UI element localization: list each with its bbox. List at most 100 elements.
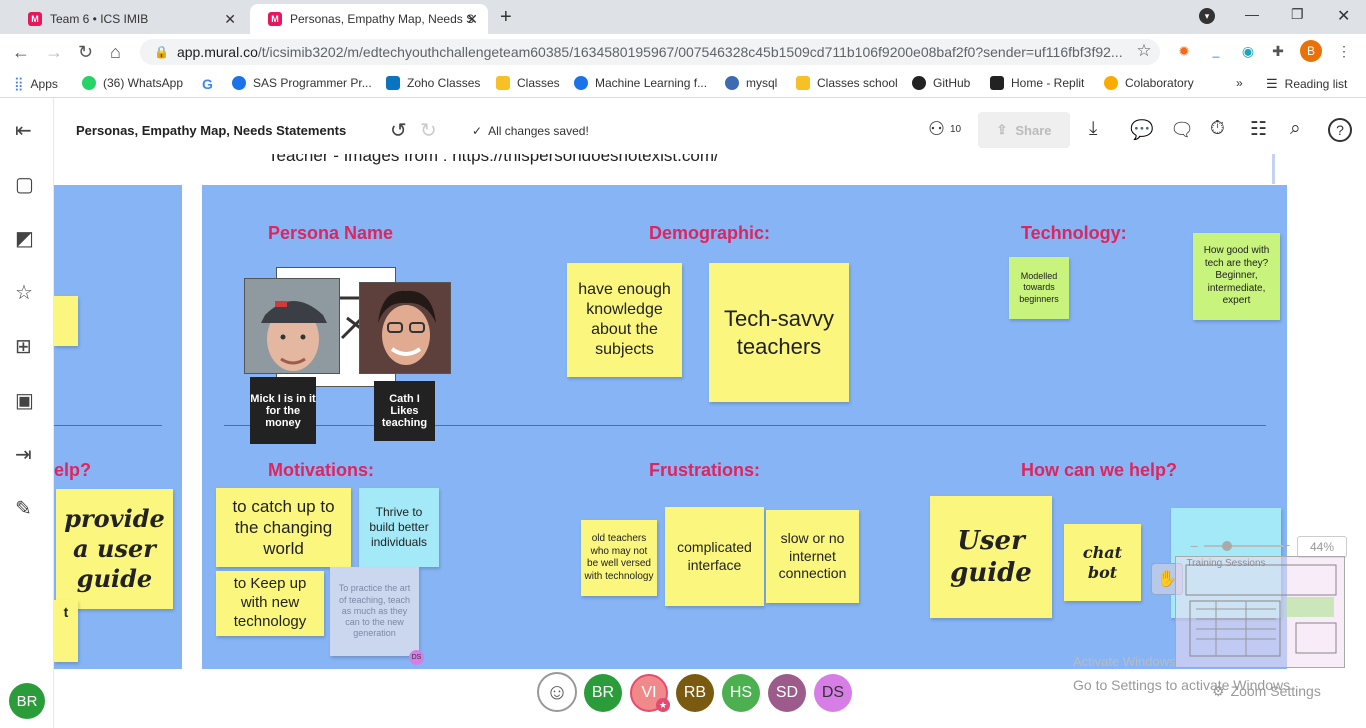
bookmark-classes[interactable]: Classes bbox=[496, 76, 560, 90]
pen-icon[interactable]: ✎ bbox=[15, 496, 32, 521]
tab-team6[interactable]: M Team 6 • ICS IMIB ✕ bbox=[10, 4, 246, 34]
zoom-slider-handle[interactable] bbox=[1222, 541, 1232, 551]
timer-icon[interactable]: ⏱ bbox=[1210, 118, 1225, 140]
mural-canvas[interactable]: Teacher - Images from : https://thispers… bbox=[54, 154, 1366, 728]
bookmark-ml[interactable]: Machine Learning f... bbox=[574, 76, 707, 90]
puzzle-extensions-icon[interactable]: ✚ bbox=[1268, 41, 1288, 61]
close-icon[interactable]: ✕ bbox=[466, 11, 478, 28]
site-icon bbox=[574, 76, 588, 90]
tab-label: Personas, Empathy Map, Needs S bbox=[290, 12, 475, 26]
sticky-note[interactable]: Thrive to build better individuals bbox=[359, 488, 439, 567]
collaborator-avatar[interactable]: HS bbox=[722, 674, 760, 712]
sticky-note[interactable]: provide a user guide bbox=[56, 489, 173, 609]
chat-icon[interactable]: 💬 bbox=[1130, 118, 1154, 142]
outline-icon[interactable]: ☷ bbox=[1250, 118, 1267, 141]
minimize-icon[interactable]: — bbox=[1245, 6, 1259, 22]
sticky-note[interactable]: Tech-savvy teachers bbox=[709, 263, 849, 402]
extension-icon[interactable]: ◉ bbox=[1238, 41, 1258, 61]
help-icon[interactable]: ? bbox=[1328, 118, 1352, 142]
frameworks-icon[interactable]: ⊞ bbox=[15, 334, 32, 359]
comment-icon[interactable]: 🗨 bbox=[1170, 118, 1194, 142]
zoom-settings[interactable]: ⚙ Zoom Settings bbox=[1212, 683, 1321, 700]
search-icon[interactable]: ⌕ bbox=[1290, 118, 1301, 140]
bookmark-github[interactable]: GitHub bbox=[912, 76, 970, 90]
reading-list[interactable]: ☰ Reading list bbox=[1266, 76, 1347, 92]
apps-grid-icon: ⣿ bbox=[14, 76, 24, 91]
sticky-note[interactable]: chat bot bbox=[1064, 524, 1141, 601]
url-host: app.mural.co bbox=[176, 44, 258, 60]
zoom-in-icon[interactable]: + bbox=[1282, 537, 1290, 553]
bookmark-google[interactable]: G bbox=[202, 76, 213, 92]
bookmark-whatsapp[interactable]: (36) WhatsApp bbox=[82, 76, 183, 90]
back-icon[interactable]: ← bbox=[12, 42, 30, 63]
sticky-note[interactable]: complicated interface bbox=[665, 507, 764, 606]
profile-avatar[interactable]: B bbox=[1300, 40, 1322, 62]
mural-favicon-icon: M bbox=[268, 12, 282, 26]
heading-motivations: Motivations: bbox=[268, 460, 374, 480]
forward-icon[interactable]: → bbox=[45, 42, 63, 63]
sticky-note[interactable]: Modelled towards beginners bbox=[1009, 257, 1069, 319]
import-icon[interactable]: ⇥ bbox=[15, 442, 32, 467]
extension-icon[interactable]: ✹ bbox=[1174, 41, 1194, 61]
bookmark-zoho[interactable]: Zoho Classes bbox=[386, 76, 480, 90]
sticky-note[interactable] bbox=[54, 296, 78, 346]
sticky-note[interactable]: to Keep up with new technology bbox=[216, 571, 324, 636]
sticky-note[interactable]: t bbox=[54, 600, 78, 662]
collapse-panel-icon[interactable]: ⇤ bbox=[15, 118, 32, 143]
chrome-menu-icon[interactable]: ⋮ bbox=[1334, 41, 1354, 61]
sticky-note[interactable]: To practice the art of teaching, teach a… bbox=[330, 567, 419, 656]
zoom-level[interactable]: 44% bbox=[1297, 536, 1347, 558]
persona-name-tag[interactable]: Cath I Likes teaching bbox=[374, 381, 435, 441]
collaborator-avatar[interactable]: RB bbox=[676, 674, 714, 712]
collaborator-avatar[interactable]: SD bbox=[768, 674, 806, 712]
reactions-emoji-icon[interactable]: ☺ bbox=[537, 672, 577, 712]
current-user-avatar[interactable]: BR bbox=[9, 683, 45, 719]
close-window-icon[interactable]: ✕ bbox=[1337, 6, 1350, 26]
minimap[interactable] bbox=[1175, 556, 1345, 668]
bookmark-sas[interactable]: SAS Programmer Pr... bbox=[232, 76, 372, 90]
download-icon[interactable]: ⤓ bbox=[1089, 118, 1097, 140]
board-title[interactable]: Personas, Empathy Map, Needs Statements bbox=[76, 123, 346, 138]
zoom-slider[interactable] bbox=[1204, 545, 1284, 547]
sticky-note[interactable]: How good with tech are they? Beginner, i… bbox=[1193, 233, 1280, 320]
home-icon[interactable]: ⌂ bbox=[110, 42, 121, 63]
bookmark-mysql[interactable]: mysql bbox=[725, 76, 777, 90]
sticky-note-icon[interactable]: ▢ bbox=[15, 172, 34, 197]
close-icon[interactable]: ✕ bbox=[224, 11, 236, 28]
tab-search-icon[interactable]: ▾ bbox=[1199, 8, 1215, 24]
collaborator-avatar[interactable]: BR bbox=[584, 674, 622, 712]
address-bar[interactable]: 🔒 app.mural.co/t/icsimib3202/m/edtechyou… bbox=[140, 39, 1160, 65]
bookmarks-overflow[interactable]: » bbox=[1236, 76, 1243, 90]
section-heading: elp? bbox=[54, 460, 92, 480]
sticky-note[interactable]: old teachers who may not be well versed … bbox=[581, 520, 657, 596]
persona-photo-cath[interactable] bbox=[359, 282, 451, 374]
shapes-icon[interactable]: ◩ bbox=[15, 226, 34, 251]
reload-icon[interactable]: ↻ bbox=[78, 42, 93, 63]
bookmark-apps[interactable]: ⣿ Apps bbox=[14, 76, 58, 92]
persona-photo-mick[interactable] bbox=[244, 278, 340, 374]
extension-icon[interactable]: _ bbox=[1206, 41, 1226, 61]
bookmark-classes-school[interactable]: Classes school bbox=[796, 76, 898, 90]
classroom-icon bbox=[796, 76, 810, 90]
bookmark-colab[interactable]: Colaboratory bbox=[1104, 76, 1194, 90]
sticky-note[interactable]: slow or no internet connection bbox=[766, 510, 859, 603]
sticky-note[interactable]: have enough knowledge about the subjects bbox=[567, 263, 682, 377]
bookmark-replit[interactable]: Home - Replit bbox=[990, 76, 1084, 90]
sticky-note[interactable]: to catch up to the changing world bbox=[216, 488, 351, 567]
share-button[interactable]: ⇪ Share bbox=[978, 112, 1070, 148]
collaborator-avatar[interactable]: DS bbox=[814, 674, 852, 712]
collaborators-icon[interactable]: ⚇ bbox=[928, 118, 945, 141]
sticky-note[interactable]: User guide bbox=[930, 496, 1052, 618]
zoom-out-icon[interactable]: − bbox=[1190, 538, 1198, 554]
tab-personas[interactable]: M Personas, Empathy Map, Needs S ✕ bbox=[250, 4, 488, 34]
redo-icon[interactable]: ↻ bbox=[420, 118, 437, 143]
new-tab-icon[interactable]: + bbox=[500, 6, 512, 29]
bookmark-star-icon[interactable]: ☆ bbox=[1134, 41, 1154, 61]
image-icon[interactable]: ▣ bbox=[15, 388, 34, 413]
icons-star-icon[interactable]: ☆ bbox=[15, 280, 33, 305]
maximize-icon[interactable]: ❐ bbox=[1291, 6, 1304, 23]
url-path: /t/icsimib3202/m/edtechyouthchallengetea… bbox=[257, 44, 1123, 60]
persona-name-tag[interactable]: Mick I is in it for the money bbox=[250, 377, 316, 444]
undo-icon[interactable]: ↺ bbox=[390, 118, 407, 143]
divider bbox=[1272, 154, 1275, 184]
